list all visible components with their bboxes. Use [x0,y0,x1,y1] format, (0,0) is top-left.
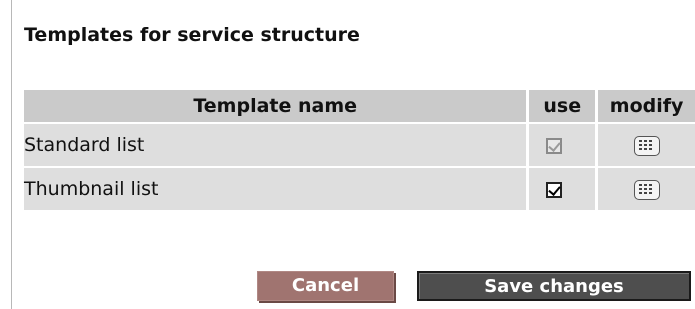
panel-title: Templates for service structure [24,24,360,46]
column-header-template-name: Template name [24,90,530,122]
column-header-modify: modify [598,90,695,122]
edit-list-icon[interactable] [633,135,660,156]
table-row: Thumbnail list [24,168,695,210]
modify-cell [598,124,695,166]
column-header-use: use [529,90,599,122]
templates-table: Template name use modify Standard list T… [24,88,695,212]
save-changes-button[interactable]: Save changes [417,271,691,301]
table-header-row: Template name use modify [24,90,695,122]
use-checkbox-standard-list [546,137,563,154]
table-row: Standard list [24,124,695,166]
use-cell [529,168,599,210]
modify-cell [598,168,695,210]
use-cell [529,124,599,166]
template-name-cell: Standard list [24,124,530,166]
edit-list-icon[interactable] [633,179,660,200]
cancel-button[interactable]: Cancel [257,271,394,301]
use-checkbox-thumbnail-list[interactable] [546,181,563,198]
template-name-cell: Thumbnail list [24,168,530,210]
